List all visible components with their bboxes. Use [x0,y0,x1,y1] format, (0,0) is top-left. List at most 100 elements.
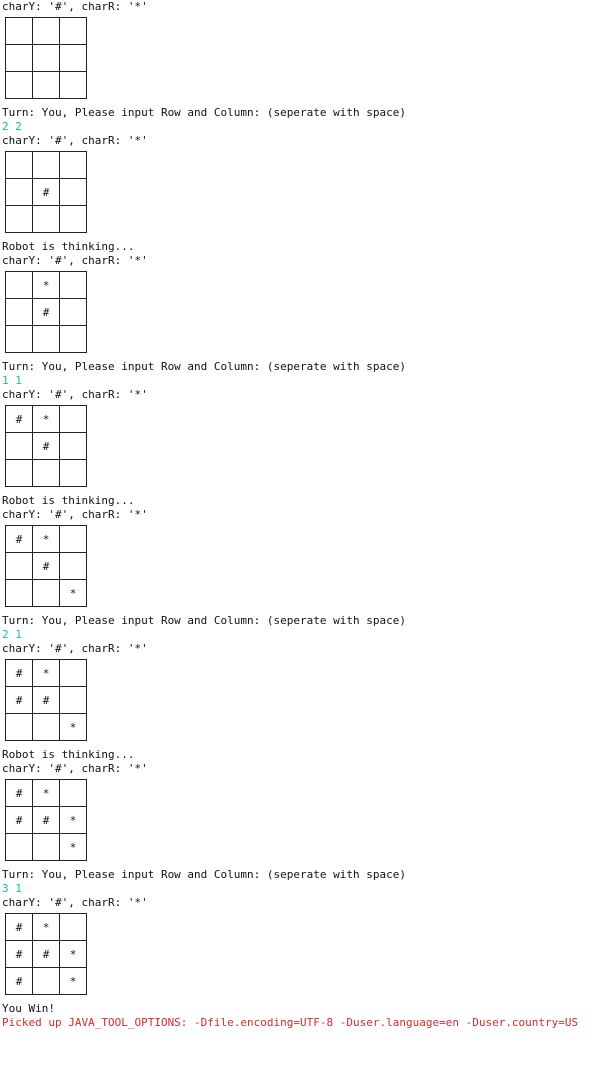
board-cell [59,17,87,45]
board-cell [5,713,33,741]
console-line: Turn: You, Please input Row and Column: … [2,106,406,119]
board-row: # [5,552,87,580]
board-grid: # * # * [5,525,87,607]
tic-tac-toe-board: # * # * [2,522,608,614]
board-cell: # [5,806,33,834]
board-row: # # * [5,940,87,968]
board-cell: # [5,525,33,553]
console-line: charY: '#', charR: '*' [2,642,148,655]
board-cell [32,151,60,179]
board-grid: # * # # * [5,659,87,741]
board-cell [32,579,60,607]
console-line: charY: '#', charR: '*' [2,254,148,267]
board-row [5,17,87,45]
tic-tac-toe-board: # * # # * # * [2,910,608,1002]
board-row: # # * [5,806,87,834]
tic-tac-toe-board: # * # [2,402,608,494]
board-cell [5,151,33,179]
board-cell [5,17,33,45]
board-cell [32,325,60,353]
board-row: # * [5,405,87,433]
board-row [5,459,87,487]
board-row [5,71,87,99]
board-cell [59,205,87,233]
board-cell: * [59,579,87,607]
board-cell: * [32,779,60,807]
board-cell [59,271,87,299]
board-cell [59,525,87,553]
jvm-warning-line: Picked up JAVA_TOOL_OPTIONS: -Dfile.enco… [2,1016,579,1029]
board-cell [5,579,33,607]
board-grid: # * # # * # * [5,913,87,995]
console-line: Robot is thinking... [2,748,135,761]
board-cell: # [5,967,33,995]
board-cell: # [5,686,33,714]
console-line: charY: '#', charR: '*' [2,134,148,147]
board-row: # * [5,525,87,553]
board-cell [32,205,60,233]
board-cell: * [59,967,87,995]
tic-tac-toe-board: # * # # * * [2,776,608,868]
board-cell [59,459,87,487]
board-grid: # [5,151,87,233]
board-cell [5,325,33,353]
board-row: # [5,298,87,326]
console-line: charY: '#', charR: '*' [2,388,148,401]
board-cell [59,71,87,99]
board-cell [5,44,33,72]
console-line: Robot is thinking... [2,240,135,253]
board-cell [5,459,33,487]
board-cell [59,151,87,179]
board-row: # * [5,913,87,941]
board-cell [32,967,60,995]
board-cell: * [32,271,60,299]
console-line: Turn: You, Please input Row and Column: … [2,614,406,627]
board-cell [32,459,60,487]
board-cell [32,713,60,741]
console-line: You Win! [2,1002,55,1015]
board-cell: * [32,405,60,433]
tic-tac-toe-board: # * # # * [2,656,608,748]
board-row: # # [5,686,87,714]
tic-tac-toe-board [2,14,608,106]
board-cell: # [32,552,60,580]
board-cell: # [32,940,60,968]
board-cell [32,833,60,861]
board-cell [59,325,87,353]
board-row [5,44,87,72]
board-row [5,151,87,179]
board-row: * [5,833,87,861]
board-cell [5,833,33,861]
board-cell: # [5,940,33,968]
board-cell [59,686,87,714]
board-cell [5,552,33,580]
console-line: Turn: You, Please input Row and Column: … [2,868,406,881]
console-output: charY: '#', charR: '*' Turn: You, Please … [2,0,608,1030]
board-cell: # [32,806,60,834]
board-cell [5,298,33,326]
tic-tac-toe-board: * # [2,268,608,360]
console-line: charY: '#', charR: '*' [2,762,148,775]
board-row [5,325,87,353]
board-cell: # [32,686,60,714]
board-cell: # [5,405,33,433]
console-line: charY: '#', charR: '*' [2,0,148,13]
board-cell: # [32,298,60,326]
console-line: Turn: You, Please input Row and Column: … [2,360,406,373]
board-row: # [5,178,87,206]
board-cell [59,432,87,460]
console-line: charY: '#', charR: '*' [2,508,148,521]
board-cell: # [5,779,33,807]
tic-tac-toe-board: # [2,148,608,240]
board-row: * [5,579,87,607]
board-cell [5,71,33,99]
board-cell [59,659,87,687]
board-row: # * [5,779,87,807]
user-input-echo: 3 1 [2,882,22,895]
board-cell [32,71,60,99]
console-line: charY: '#', charR: '*' [2,896,148,909]
board-cell [59,552,87,580]
user-input-echo: 2 2 [2,120,22,133]
board-cell: * [59,713,87,741]
board-grid [5,17,87,99]
